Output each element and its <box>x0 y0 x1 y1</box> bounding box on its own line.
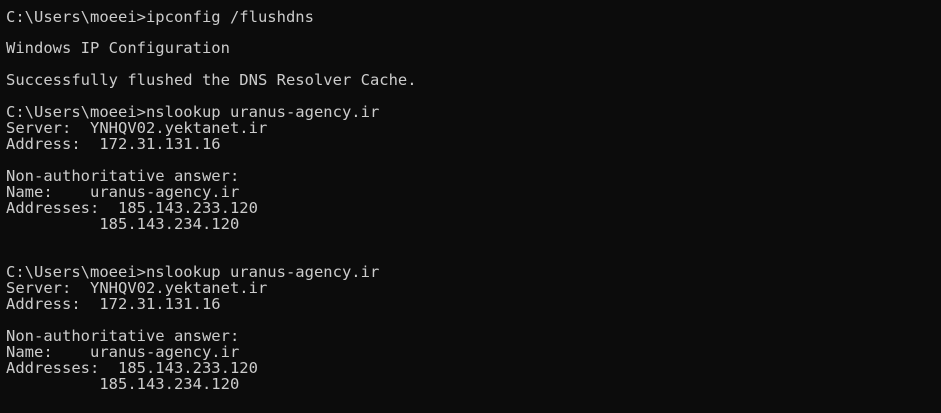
output-line: Non-authoritative answer: <box>6 167 240 185</box>
output-line: Windows IP Configuration <box>6 39 230 57</box>
output-line: Name: uranus-agency.ir <box>6 183 240 201</box>
output-line: Addresses: 185.143.233.120 <box>6 199 258 217</box>
output-line: Address: 172.31.131.16 <box>6 135 221 153</box>
command-prompt-line: C:\Users\moeei>ipconfig /flushdns <box>6 8 314 26</box>
output-line: Addresses: 185.143.233.120 <box>6 359 258 377</box>
terminal-window[interactable]: C:\Users\moeei>ipconfig /flushdns Window… <box>0 0 941 413</box>
output-line: 185.143.234.120 <box>6 375 240 393</box>
output-line: Server: YNHQV02.yektanet.ir <box>6 279 268 297</box>
output-line: Successfully flushed the DNS Resolver Ca… <box>6 71 417 89</box>
output-line: 185.143.234.120 <box>6 215 240 233</box>
output-line: Name: uranus-agency.ir <box>6 343 240 361</box>
output-line: Server: YNHQV02.yektanet.ir <box>6 119 268 137</box>
output-line: Address: 172.31.131.16 <box>6 295 221 313</box>
output-line: Non-authoritative answer: <box>6 327 240 345</box>
command-prompt-line: C:\Users\moeei>nslookup uranus-agency.ir <box>6 103 380 121</box>
command-prompt-line: C:\Users\moeei>nslookup uranus-agency.ir <box>6 263 380 281</box>
